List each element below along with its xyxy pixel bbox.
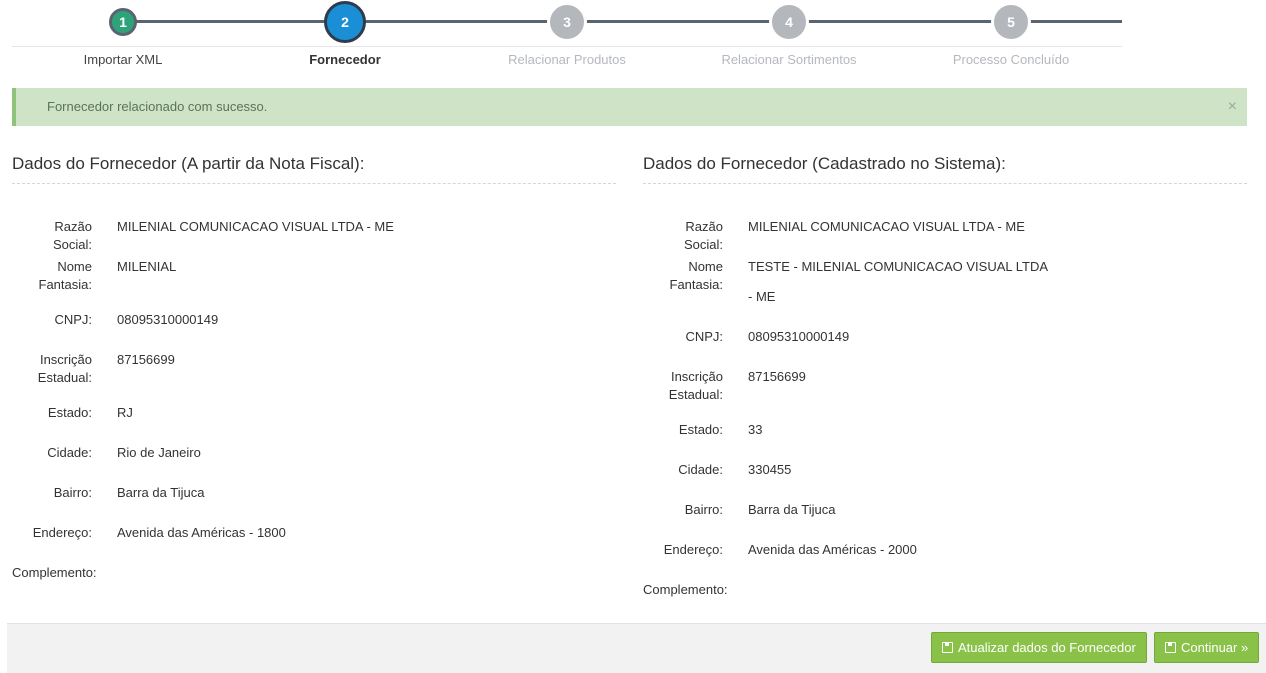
wizard-step-4: 4 Relacionar Sortimentos: [678, 0, 900, 76]
wizard-step-3: 3 Relacionar Produtos: [456, 0, 678, 76]
step-1-label: Importar XML: [83, 52, 163, 67]
alert-message: Fornecedor relacionado com sucesso.: [47, 99, 268, 114]
field-label: Razão Social:: [52, 219, 92, 252]
save-icon: [1165, 642, 1176, 653]
field-label: Endereço:: [32, 525, 92, 540]
wizard-step-2[interactable]: 2 Fornecedor: [234, 0, 456, 76]
field-label: CNPJ:: [54, 312, 92, 327]
field-value: 87156699: [117, 352, 175, 367]
success-alert: Fornecedor relacionado com sucesso. ×: [12, 88, 1247, 126]
footer-bar: Atualizar dados do Fornecedor Continuar …: [7, 623, 1266, 673]
field-value: Avenida das Américas - 2000: [748, 542, 917, 557]
field-label: Cidade:: [678, 462, 723, 477]
field-value: 33: [748, 422, 763, 437]
field-value: MILENIAL COMUNICACAO VISUAL LTDA - ME: [117, 219, 394, 234]
step-4-circle: 4: [769, 2, 809, 42]
field-value: TESTE - MILENIAL COMUNICACAO VISUAL LTDA…: [748, 259, 1048, 304]
field-value: RJ: [117, 405, 133, 420]
field-value: MILENIAL: [117, 259, 177, 274]
field-value: 330455: [748, 462, 792, 477]
step-1-circle: 1: [109, 8, 137, 36]
field-value: 87156699: [748, 369, 806, 384]
field-label: Endereço:: [663, 542, 723, 557]
step-5-label: Processo Concluído: [952, 52, 1070, 67]
step-2-label: Fornecedor: [309, 52, 381, 67]
step-5-circle: 5: [991, 2, 1031, 42]
field-value: 08095310000149: [117, 312, 219, 327]
wizard-step-5: 5 Processo Concluído: [900, 0, 1122, 76]
field-label: Bairro:: [53, 485, 92, 500]
step-4-label: Relacionar Sortimentos: [721, 52, 857, 67]
invoice-supplier-title: Dados do Fornecedor (A partir da Nota Fi…: [12, 152, 616, 184]
field-value: MILENIAL COMUNICACAO VISUAL LTDA - ME: [748, 219, 1025, 234]
field-value: Barra da Tijuca: [748, 502, 836, 517]
field-label: Estado:: [678, 422, 723, 437]
wizard-progress: 1 Importar XML 2 Fornecedor 3 Relacionar…: [12, 0, 1122, 76]
field-label: Nome Fantasia:: [38, 259, 92, 292]
system-supplier-panel: Dados do Fornecedor (Cadastrado no Siste…: [643, 152, 1247, 597]
field-value: Avenida das Américas - 1800: [117, 525, 286, 540]
field-label: Complemento:: [643, 582, 728, 597]
close-icon[interactable]: ×: [1228, 88, 1237, 126]
wizard-step-1[interactable]: 1 Importar XML: [12, 0, 234, 76]
system-supplier-title: Dados do Fornecedor (Cadastrado no Siste…: [643, 152, 1247, 184]
field-label: CNPJ:: [685, 329, 723, 344]
field-label: Bairro:: [684, 502, 723, 517]
field-value: Rio de Janeiro: [117, 445, 201, 460]
field-label: Complemento:: [12, 565, 97, 580]
field-label: Razão Social:: [683, 219, 723, 252]
step-3-circle: 3: [547, 2, 587, 42]
field-value: 08095310000149: [748, 329, 850, 344]
field-label: Inscrição Estadual:: [668, 369, 723, 402]
field-value: Barra da Tijuca: [117, 485, 205, 500]
save-icon: [942, 642, 953, 653]
update-supplier-button[interactable]: Atualizar dados do Fornecedor: [931, 632, 1147, 663]
continue-button[interactable]: Continuar »: [1154, 632, 1260, 663]
field-label: Cidade:: [47, 445, 92, 460]
continue-button-label: Continuar »: [1181, 640, 1249, 655]
step-2-circle: 2: [324, 1, 366, 43]
update-button-label: Atualizar dados do Fornecedor: [958, 640, 1136, 655]
field-label: Nome Fantasia:: [669, 259, 723, 292]
field-label: Inscrição Estadual:: [37, 352, 92, 385]
step-3-label: Relacionar Produtos: [508, 52, 626, 67]
invoice-supplier-panel: Dados do Fornecedor (A partir da Nota Fi…: [12, 152, 616, 580]
field-label: Estado:: [47, 405, 92, 420]
